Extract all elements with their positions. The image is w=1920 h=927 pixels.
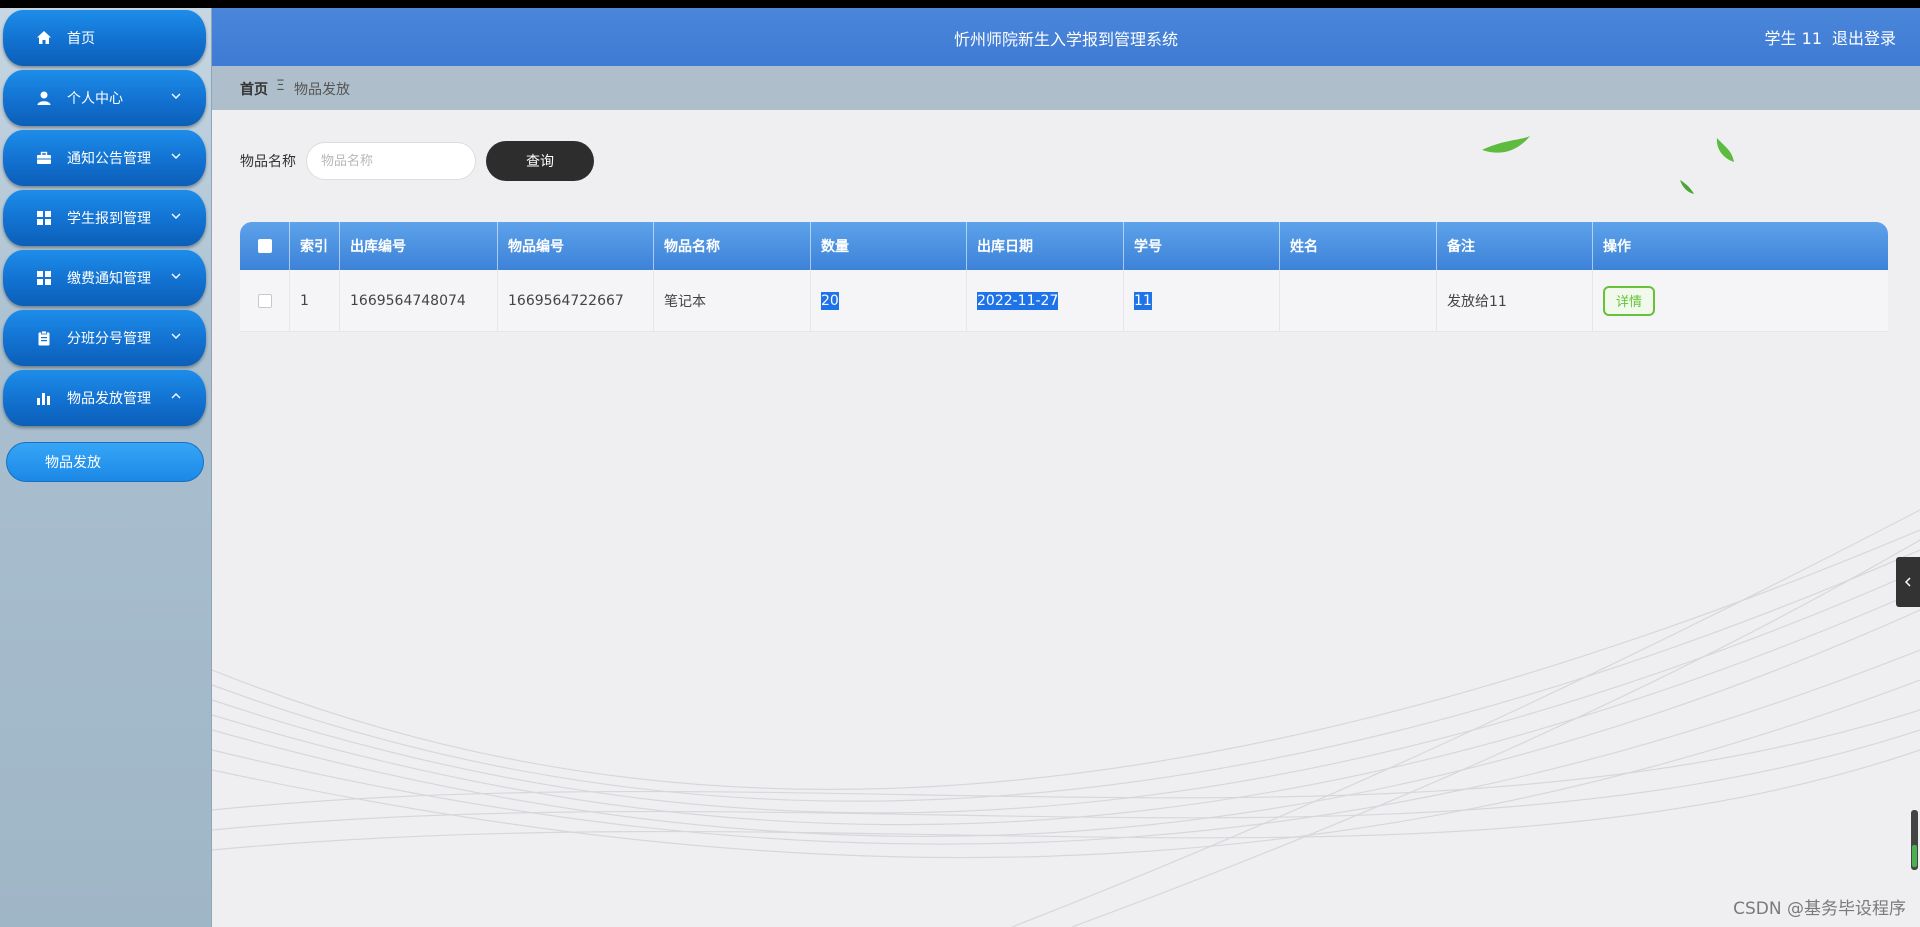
cell-index: 1 [290,270,340,331]
breadcrumb-separator: Ξ [276,78,285,94]
selected-text: 20 [821,291,839,310]
select-all-checkbox[interactable] [257,239,272,253]
cell-out-no: 1669564748074 [340,270,498,331]
selected-text: 11 [1134,291,1152,310]
app-header: 忻州师院新生入学报到管理系统 学生 11 退出登录 [212,8,1920,66]
cell-remark: 发放给11 [1437,270,1593,331]
sidebar-item-student-registration[interactable]: 学生报到管理 [3,190,206,246]
row-checkbox[interactable] [257,293,272,308]
current-user: 学生 11 [1764,29,1822,48]
query-button[interactable]: 查询 [486,141,594,181]
sidebar-item-label: 学生报到管理 [67,211,151,227]
breadcrumb-current: 物品发放 [294,82,350,98]
column-header: 索引 [290,222,340,270]
column-header: 物品编号 [498,222,654,270]
sidebar-item-item-distribution[interactable]: 物品发放管理 [3,370,206,426]
search-label: 物品名称 [240,154,296,170]
bar-chart-icon [35,389,53,407]
sidebar-item-label: 通知公告管理 [67,151,151,167]
selected-text: 2022-11-27 [977,291,1059,310]
chevron-down-icon [171,93,181,99]
sidebar-item-payment-notice[interactable]: 缴费通知管理 [3,250,206,306]
collapse-panel-button[interactable] [1896,557,1920,607]
sidebar-item-home[interactable]: 首页 [3,10,206,66]
detail-button[interactable]: 详情 [1603,285,1655,316]
chevron-down-icon [171,213,181,219]
briefcase-icon [35,149,53,167]
column-header: 出库编号 [340,222,498,270]
column-header: 数量 [811,222,967,270]
top-strip [0,0,1920,8]
user-icon [35,89,53,107]
leaf-icon [1716,138,1734,162]
cell-item-no: 1669564722667 [498,270,654,331]
watermark: CSDN @基务毕设程序 [1733,899,1906,919]
logout-link[interactable]: 退出登录 [1832,25,1896,49]
breadcrumb-home[interactable]: 首页 [240,79,268,99]
cell-quantity: 20 [811,270,967,331]
sidebar-item-label: 缴费通知管理 [67,271,151,287]
cell-item-name: 笔记本 [654,270,811,331]
grid-icon [35,269,53,287]
column-header: 学号 [1124,222,1280,270]
chevron-left-icon [1904,577,1911,587]
chevron-up-icon [171,393,181,399]
column-header: 物品名称 [654,222,811,270]
home-icon [35,29,53,47]
cell-name [1280,270,1437,331]
column-header: 操作 [1603,239,1631,255]
sidebar-item-class-assignment[interactable]: 分班分号管理 [3,310,206,366]
app-title: 忻州师院新生入学报到管理系统 [953,30,1178,49]
cell-out-date: 2022-11-27 [967,270,1124,331]
sidebar: 首页 个人中心 通知公告管理 学生报到管理 缴费通知管理 分班分号管理 物品发放… [0,8,212,927]
column-header: 备注 [1437,222,1593,270]
scrollbar-thumb[interactable] [1912,845,1917,867]
cell-student-no: 11 [1124,270,1280,331]
row-select-cell [240,270,290,331]
select-all-cell [240,222,290,270]
data-table: 索引 出库编号 物品编号 物品名称 数量 出库日期 学号 姓名 备注 操作 1 … [240,222,1888,332]
sidebar-item-label: 首页 [67,31,95,47]
chevron-down-icon [171,273,181,279]
item-name-search-input[interactable] [306,142,476,180]
sidebar-item-personal-center[interactable]: 个人中心 [3,70,206,126]
table-header: 索引 出库编号 物品编号 物品名称 数量 出库日期 学号 姓名 备注 操作 [240,222,1888,270]
chevron-down-icon [171,153,181,159]
clipboard-icon [35,329,53,347]
leaf-icon [1680,180,1694,194]
sidebar-item-label: 个人中心 [67,91,123,107]
sidebar-subitem-item-distribution[interactable]: 物品发放 [6,442,204,482]
sidebar-item-label: 物品发放管理 [67,391,151,407]
sidebar-item-notice[interactable]: 通知公告管理 [3,130,206,186]
leaf-icon [1482,136,1530,153]
sidebar-item-label: 分班分号管理 [67,331,151,347]
chevron-down-icon [171,333,181,339]
table-row: 1 1669564748074 1669564722667 笔记本 20 202… [240,270,1888,332]
breadcrumb: 首页 Ξ 物品发放 [212,66,1920,110]
main-content: 物品名称 查询 索引 出库编号 物品编号 物品名称 数量 出库日期 学号 姓名 … [212,110,1920,927]
cell-actions: 详情 [1593,270,1888,331]
grid-icon [35,209,53,227]
column-header: 出库日期 [967,222,1124,270]
column-header: 姓名 [1280,222,1437,270]
